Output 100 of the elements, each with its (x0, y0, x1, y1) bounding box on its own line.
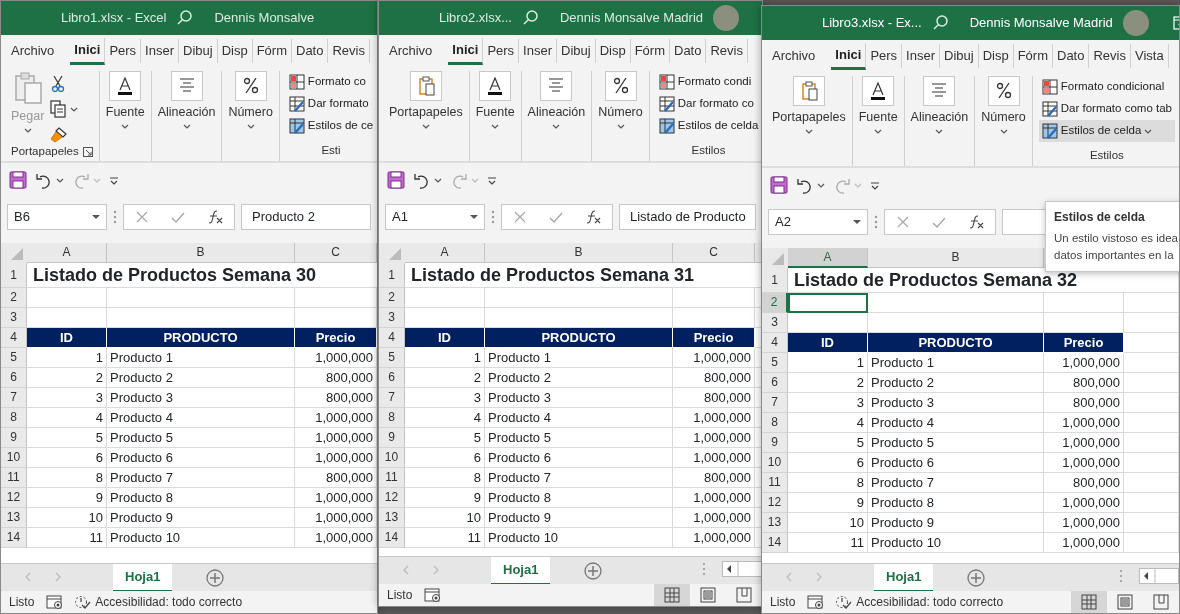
horizontal-scrollbar-icon[interactable] (722, 561, 762, 577)
ribbon-tab[interactable]: Revis (328, 39, 370, 63)
row-header[interactable]: 2 (1, 288, 27, 308)
empty-cell[interactable] (1044, 293, 1124, 313)
row-header[interactable]: 10 (379, 448, 405, 468)
select-all-corner-icon[interactable] (379, 243, 405, 263)
row-header[interactable]: 4 (379, 328, 405, 348)
empty-cell[interactable] (1124, 313, 1179, 333)
function-icon[interactable] (207, 209, 223, 225)
row-header[interactable]: 3 (762, 313, 788, 333)
format-as-table-button[interactable]: Dar formato como tab (1038, 98, 1175, 120)
row-header[interactable]: 13 (1, 508, 27, 528)
ribbon-tab[interactable]: Disp (595, 39, 631, 63)
ribbon-tab[interactable]: Dato (292, 39, 329, 63)
ribbon-tab[interactable]: Dibuj (940, 44, 979, 68)
row-header[interactable]: 5 (379, 348, 405, 368)
number-button[interactable]: Número (228, 71, 273, 129)
row-header[interactable]: 12 (379, 488, 405, 508)
row-header[interactable]: 10 (1, 448, 27, 468)
row-header[interactable]: 12 (1, 488, 27, 508)
number-button[interactable]: Número (598, 71, 643, 129)
font-button[interactable]: Fuente (858, 76, 898, 134)
cell-styles-button[interactable]: Estilos de ce (285, 115, 377, 137)
select-all-corner-icon[interactable] (762, 248, 788, 268)
empty-cell[interactable] (1124, 413, 1179, 433)
row-header[interactable]: 5 (762, 353, 788, 373)
caret-icon[interactable] (817, 182, 825, 188)
row-header[interactable]: 5 (1, 348, 27, 368)
ribbon-tab[interactable]: Inici (448, 37, 484, 65)
ribbon-tab[interactable]: Pers (483, 39, 520, 63)
ribbon-tab[interactable]: Fórm (1013, 44, 1053, 68)
column-header[interactable]: A (27, 243, 107, 263)
redo-icon[interactable] (72, 171, 89, 189)
font-button[interactable]: Fuente (105, 71, 145, 129)
scroll-right-icon[interactable] (55, 572, 61, 582)
ribbon-tab[interactable]: Inser (902, 44, 940, 68)
search-icon[interactable] (931, 15, 948, 31)
ribbon-tab[interactable]: Archivo (7, 39, 59, 63)
formula-field[interactable]: Listado de Producto (619, 204, 756, 230)
sheet-tab[interactable]: Hoja1 (491, 557, 551, 585)
dropdown-caret-icon[interactable] (92, 215, 100, 219)
horizontal-scrollbar-icon[interactable] (1139, 568, 1179, 584)
ribbon-tab[interactable]: Dibuj (557, 39, 596, 63)
row-header[interactable]: 9 (1, 428, 27, 448)
column-header[interactable]: B (485, 243, 673, 263)
ribbon-tab[interactable]: Fórm (252, 39, 292, 63)
cell-styles-button[interactable]: Estilos de celda (655, 115, 762, 137)
cancel-icon[interactable] (135, 210, 150, 224)
column-header[interactable]: B (868, 248, 1044, 268)
row-header[interactable]: 1 (379, 263, 405, 288)
function-icon[interactable] (968, 214, 984, 230)
row-header[interactable]: 7 (379, 388, 405, 408)
empty-cell[interactable] (1124, 293, 1179, 313)
row-header[interactable]: 4 (762, 333, 788, 353)
row-header[interactable]: 9 (762, 433, 788, 453)
cancel-icon[interactable] (513, 210, 528, 224)
undo-icon[interactable] (413, 171, 430, 189)
save-icon[interactable] (9, 171, 27, 189)
empty-cell[interactable] (1124, 493, 1179, 513)
ribbon-tab[interactable]: Pers (866, 44, 903, 68)
scroll-left-icon[interactable] (403, 565, 409, 575)
font-button[interactable]: Fuente (475, 71, 515, 129)
function-icon[interactable] (585, 209, 601, 225)
avatar-placeholder[interactable] (713, 5, 740, 31)
ribbon-tab[interactable]: Disp (978, 44, 1014, 68)
column-header[interactable]: A (405, 243, 485, 263)
empty-cell[interactable] (1124, 433, 1179, 453)
name-box[interactable]: A1 (385, 204, 485, 230)
empty-cell[interactable] (1124, 533, 1179, 553)
add-sheet-icon[interactable] (967, 569, 986, 587)
row-header[interactable]: 14 (762, 533, 788, 553)
name-box[interactable]: B6 (7, 204, 107, 230)
clipboard-button[interactable]: Portapapeles (389, 71, 463, 129)
row-header[interactable]: 11 (762, 473, 788, 493)
conditional-format-button[interactable]: Formato condi (655, 71, 762, 93)
ribbon-tab[interactable]: Inser (141, 39, 179, 63)
customize-toolbar-icon[interactable] (109, 175, 119, 185)
row-header[interactable]: 6 (1, 368, 27, 388)
column-header[interactable]: A (788, 248, 868, 268)
row-header[interactable]: 9 (379, 428, 405, 448)
row-header[interactable]: 14 (1, 528, 27, 548)
normal-view-button[interactable] (1071, 591, 1107, 613)
empty-cell[interactable] (485, 288, 673, 308)
row-header[interactable]: 7 (762, 393, 788, 413)
accessibility-status[interactable]: Accesibilidad: todo correcto (95, 593, 243, 611)
row-header[interactable]: 11 (1, 468, 27, 488)
row-header[interactable]: 11 (379, 468, 405, 488)
conditional-format-button[interactable]: Formato condicional (1038, 76, 1175, 98)
paintbrush-icon[interactable] (50, 126, 68, 143)
empty-cell[interactable] (1124, 513, 1179, 533)
row-header[interactable]: 13 (379, 508, 405, 528)
macro-record-icon[interactable] (807, 594, 824, 610)
ribbon-tab[interactable]: Archivo (768, 44, 820, 68)
row-header[interactable]: 12 (762, 493, 788, 513)
row-header[interactable]: 3 (1, 308, 27, 328)
redo-icon[interactable] (833, 176, 850, 194)
format-as-table-button[interactable]: Dar formato (285, 93, 377, 115)
add-sheet-icon[interactable] (584, 562, 603, 580)
format-as-table-button[interactable]: Dar formato co (655, 93, 762, 115)
name-box[interactable]: A2 (768, 209, 868, 235)
